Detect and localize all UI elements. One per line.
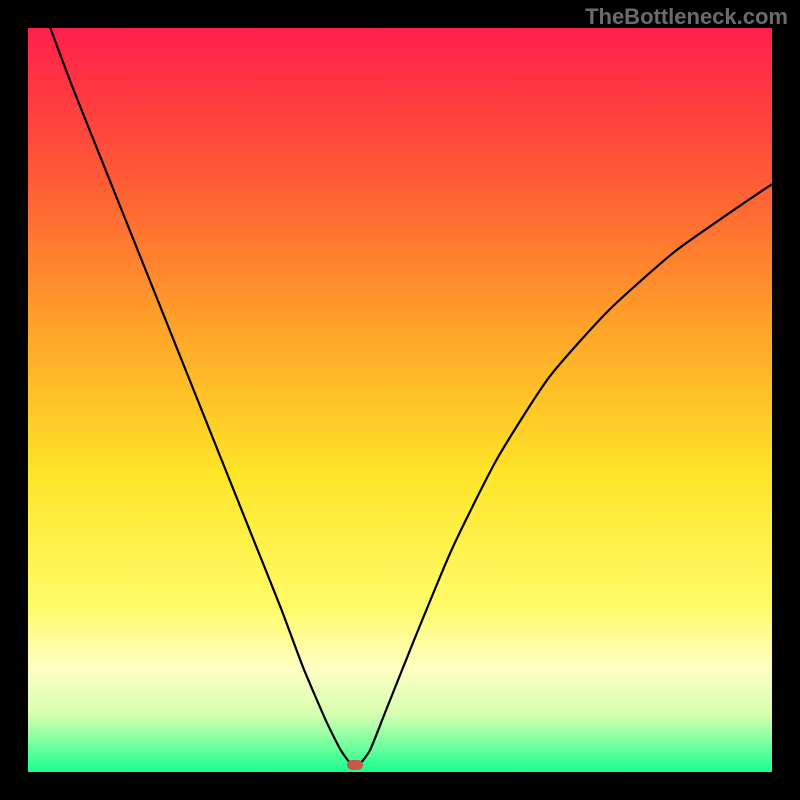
watermark-text: TheBottleneck.com — [585, 4, 788, 30]
plot-area — [28, 28, 772, 772]
gradient-background — [28, 28, 772, 772]
minimum-marker — [347, 760, 363, 770]
chart-frame: TheBottleneck.com — [0, 0, 800, 800]
chart-svg — [28, 28, 772, 772]
